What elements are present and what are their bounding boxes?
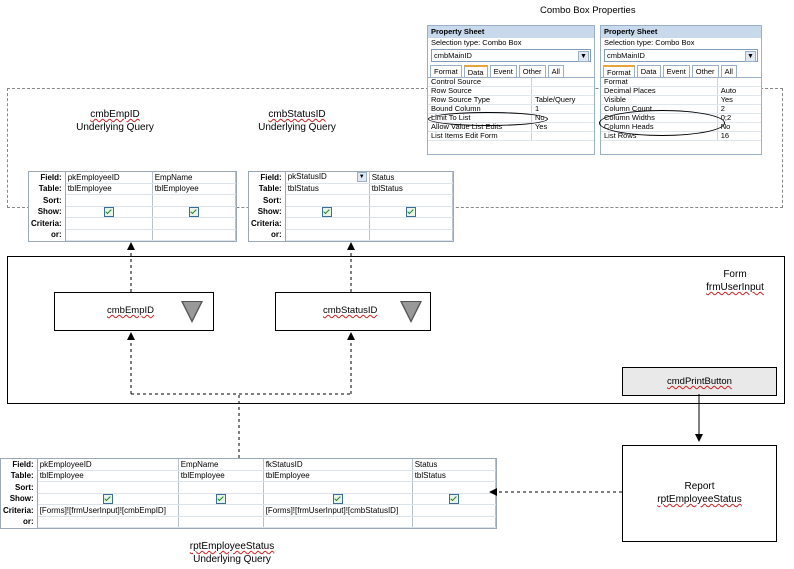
connector-lines: [127, 242, 703, 496]
